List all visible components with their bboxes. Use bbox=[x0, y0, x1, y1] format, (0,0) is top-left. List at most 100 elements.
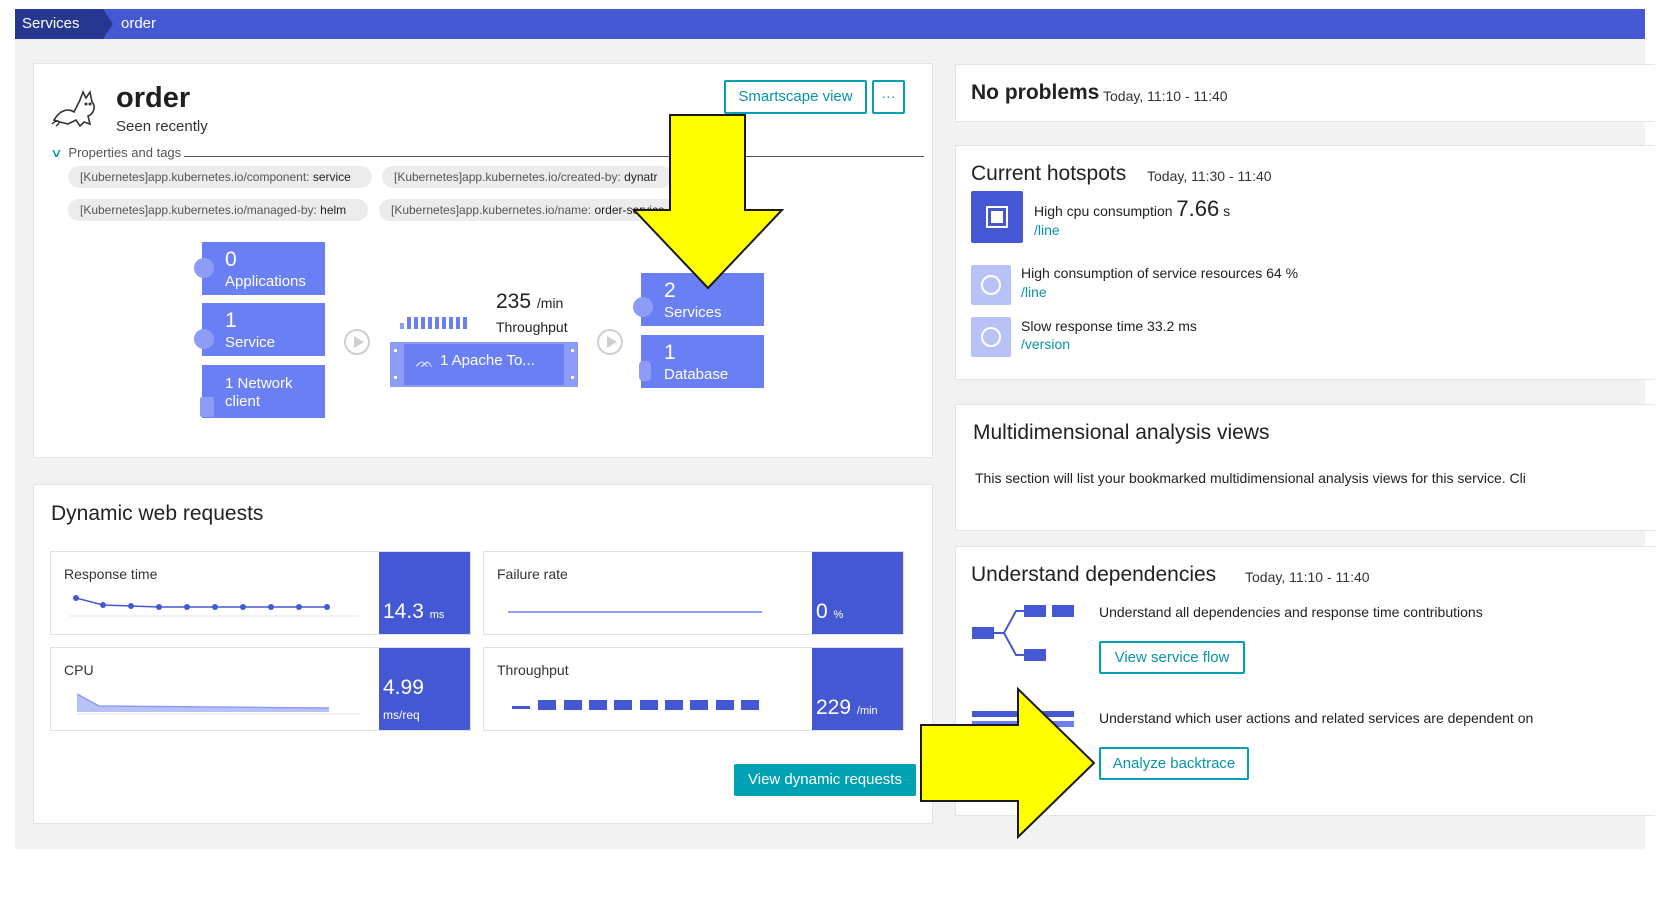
gear-icon bbox=[194, 329, 214, 349]
mda-card: Multidimensional analysis views This sec… bbox=[955, 404, 1655, 531]
throughput-bar-sparkline bbox=[512, 700, 759, 710]
section-title: Dynamic web requests bbox=[51, 502, 264, 525]
metric-value-box: 0 % bbox=[812, 552, 903, 634]
tomcat-icon: ᨏ bbox=[415, 354, 434, 371]
network-client-tile[interactable]: 1 Network client bbox=[200, 365, 325, 418]
tag-key: [Kubernetes]app.kubernetes.io/managed-by… bbox=[80, 203, 321, 217]
tile-label: Service bbox=[225, 334, 276, 351]
failure-rate-tile[interactable]: Failure rate 0 % bbox=[483, 551, 904, 635]
breadcrumb-services[interactable]: Services bbox=[15, 9, 113, 39]
tag-name[interactable]: [Kubernetes]app.kubernetes.io/name: orde… bbox=[379, 199, 679, 221]
timer-icon bbox=[971, 317, 1011, 357]
dependencies-time: Today, 11:10 - 11:40 bbox=[1245, 569, 1370, 585]
tag-value: service bbox=[312, 170, 351, 184]
metric-unit: ms/req bbox=[383, 708, 420, 722]
tomcat-icon bbox=[51, 89, 95, 128]
called-services-tile[interactable]: 2 Services bbox=[633, 273, 764, 326]
breadcrumb-order: order bbox=[121, 15, 157, 32]
backtrace-icon bbox=[972, 711, 1074, 727]
metric-value: 4.99 bbox=[383, 676, 424, 699]
service-flow-icon bbox=[972, 605, 1074, 661]
throughput-label: Throughput bbox=[496, 319, 568, 335]
metric-label: Throughput bbox=[497, 662, 569, 678]
tile-label: 1 Network client bbox=[225, 375, 293, 410]
dependencies-title: Understand dependencies bbox=[971, 563, 1217, 586]
mda-title: Multidimensional analysis views bbox=[973, 421, 1270, 444]
database-icon bbox=[639, 361, 651, 381]
throughput-number: 235 bbox=[496, 290, 532, 313]
throughput-value: 235 /min bbox=[496, 290, 563, 314]
smartscape-view-button[interactable]: Smartscape view bbox=[724, 80, 867, 114]
gear-icon bbox=[194, 258, 214, 278]
properties-toggle[interactable]: ∨ Properties and tags bbox=[50, 145, 182, 160]
response-time-sparkline bbox=[69, 595, 359, 617]
chevron-down-icon: ∨ bbox=[50, 146, 63, 160]
process-group-tile[interactable]: ᨏ 1 Apache To... bbox=[390, 342, 578, 387]
tag-created-by[interactable]: [Kubernetes]app.kubernetes.io/created-by… bbox=[382, 166, 672, 188]
view-dynamic-requests-button[interactable]: View dynamic requests bbox=[734, 764, 916, 796]
cpu-sparkline bbox=[75, 693, 361, 715]
service-overview-card: order Seen recently Smartscape view ··· … bbox=[33, 63, 933, 458]
view-service-flow-button[interactable]: View service flow bbox=[1099, 641, 1245, 674]
play-arrow-icon bbox=[597, 329, 623, 355]
applications-tile[interactable]: 0 Applications bbox=[194, 242, 325, 295]
service-title: order bbox=[116, 82, 191, 114]
tile-count: 2 bbox=[664, 279, 676, 302]
tag-value: dynatr bbox=[624, 170, 658, 184]
process-label: 1 Apache To... bbox=[440, 352, 535, 369]
gear-icon bbox=[633, 297, 653, 317]
tag-key: [Kubernetes]app.kubernetes.io/name: bbox=[391, 203, 595, 217]
mda-description: This section will list your bookmarked m… bbox=[975, 470, 1526, 486]
play-arrow-icon bbox=[344, 329, 370, 355]
hotspot-link-version[interactable]: /version bbox=[1021, 336, 1070, 352]
metric-value: 229 /min bbox=[816, 696, 878, 719]
cpu-tile[interactable]: CPU 4.99 ms/req bbox=[50, 647, 471, 731]
database-tile[interactable]: 1 Database bbox=[639, 335, 764, 388]
throughput-unit: /min bbox=[536, 295, 564, 311]
analyze-backtrace-button[interactable]: Analyze backtrace bbox=[1099, 747, 1249, 780]
metric-value: 14.3 ms bbox=[383, 600, 445, 623]
tag-component[interactable]: [Kubernetes]app.kubernetes.io/component:… bbox=[68, 166, 372, 188]
problems-card: No problems Today, 11:10 - 11:40 bbox=[955, 64, 1655, 122]
hotspot-text: High consumption of service resources 64… bbox=[1021, 265, 1299, 281]
service-subtitle: Seen recently bbox=[116, 118, 208, 135]
handle-dot bbox=[571, 349, 574, 352]
metric-value-box: 14.3 ms bbox=[379, 552, 470, 634]
handle-dot bbox=[571, 376, 574, 379]
properties-label: Properties and tags bbox=[68, 145, 182, 160]
dependencies-card: Understand dependencies Today, 11:10 - 1… bbox=[955, 546, 1655, 816]
hotspot-text: Slow response time 33.2 ms bbox=[1021, 318, 1197, 334]
network-icon bbox=[200, 397, 214, 417]
tile-count: 1 bbox=[664, 341, 676, 364]
handle-dot bbox=[394, 349, 397, 352]
metric-value: 0 % bbox=[816, 600, 844, 623]
tile-label: Services bbox=[664, 304, 722, 321]
metric-label: Failure rate bbox=[497, 566, 568, 582]
more-options-button[interactable]: ··· bbox=[872, 80, 905, 114]
tile-label: Database bbox=[664, 366, 729, 383]
metric-label: CPU bbox=[64, 662, 94, 678]
metric-value-box: 229 /min bbox=[812, 648, 903, 730]
calling-service-tile[interactable]: 1 Service bbox=[194, 303, 325, 356]
metric-label: Response time bbox=[64, 566, 158, 582]
tile-count: 0 bbox=[225, 248, 237, 271]
problems-time: Today, 11:10 - 11:40 bbox=[1103, 88, 1228, 104]
tile-count: 1 bbox=[225, 309, 237, 332]
hotspot-text: High cpu consumption 7.66 s bbox=[1034, 196, 1231, 221]
hotspots-time: Today, 11:30 - 11:40 bbox=[1147, 168, 1272, 184]
tag-value: order-service bbox=[594, 203, 665, 217]
tag-key: [Kubernetes]app.kubernetes.io/component: bbox=[80, 170, 313, 184]
tag-managed-by[interactable]: [Kubernetes]app.kubernetes.io/managed-by… bbox=[68, 199, 368, 221]
hotspot-link-line[interactable]: /line bbox=[1021, 284, 1047, 300]
failure-rate-sparkline bbox=[508, 611, 762, 613]
tag-key: [Kubernetes]app.kubernetes.io/created-by… bbox=[394, 170, 625, 184]
backtrace-description: Understand which user actions and relate… bbox=[1099, 710, 1534, 726]
hotspot-link-line[interactable]: /line bbox=[1034, 222, 1060, 238]
throughput-sparkline bbox=[400, 317, 467, 329]
problems-title: No problems bbox=[971, 81, 1100, 104]
metric-value-box: 4.99 ms/req bbox=[379, 648, 470, 730]
hotspots-title: Current hotspots bbox=[971, 162, 1127, 185]
throughput-tile[interactable]: Throughput 229 /min bbox=[483, 647, 904, 731]
flow-description: Understand all dependencies and response… bbox=[1099, 604, 1483, 620]
response-time-tile[interactable]: Response time 14.3 ms bbox=[50, 551, 471, 635]
